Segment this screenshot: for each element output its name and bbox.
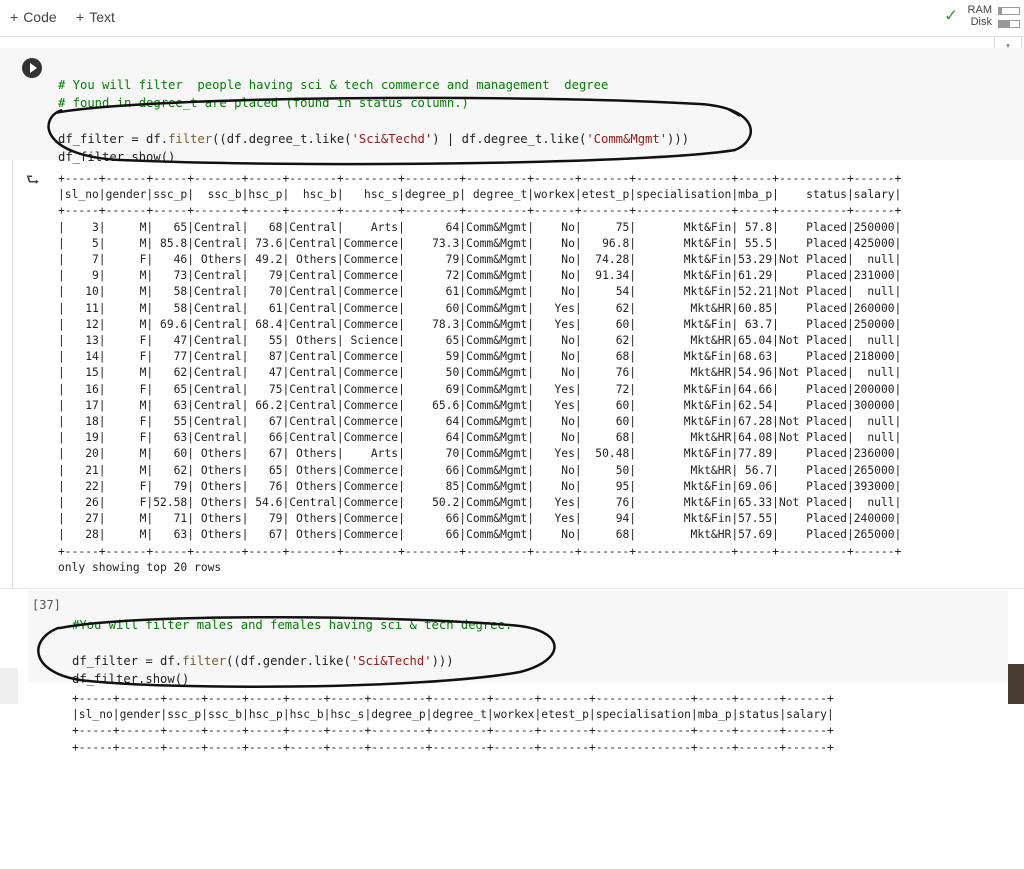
table-row: | 3| M| 65|Central| 68|Central| Arts| 64…: [58, 220, 902, 234]
code-string: 'Comm&Mgmt': [586, 132, 668, 146]
disk-label: Disk: [970, 16, 992, 28]
table-row: | 11| M| 58|Central| 61|Central|Commerce…: [58, 301, 902, 315]
table-row: | 7| F| 46| Others| 49.2| Others|Commerc…: [58, 253, 902, 267]
code-token: ))): [431, 654, 454, 668]
table-border: +-----+------+-----+-------+-----+------…: [58, 204, 902, 218]
code-comment-line: # You will filter people having sci & te…: [58, 78, 609, 92]
table-header-row: |sl_no|gender|ssc_p| ssc_b|hsc_p| hsc_b|…: [58, 188, 902, 202]
table-row: | 9| M| 73|Central| 79|Central|Commerce|…: [58, 269, 902, 283]
code-string: 'Sci&Techd': [351, 132, 433, 146]
code-token: filter: [168, 132, 213, 146]
table-row: | 12| M| 69.6|Central| 68.4|Central|Comm…: [58, 317, 902, 331]
table-row: | 5| M| 85.8|Central| 73.6|Central|Comme…: [58, 236, 902, 250]
code-comment-line: # found in degree_t are placed (found in…: [58, 96, 469, 110]
table-footer-note: only showing top 20 rows: [58, 560, 222, 574]
table-border: +-----+------+-----+-----+-----+-----+--…: [72, 692, 834, 705]
table-border: +-----+------+-----+-----+-----+-----+--…: [72, 740, 834, 754]
disk-usage-bar: [998, 20, 1020, 28]
cell1-code[interactable]: # You will filter people having sci & te…: [58, 58, 689, 184]
code-line: df_filter.show(): [72, 672, 190, 686]
run-cell-button[interactable]: [22, 58, 42, 78]
disk-usage-fill: [999, 21, 1010, 27]
cell2-code[interactable]: #You will filter males and females havin…: [72, 598, 512, 706]
table-border: +-----+------+-----+-------+-----+------…: [58, 172, 902, 185]
code-line: df_filter.show(): [58, 150, 176, 164]
table-row: | 17| M| 63|Central| 66.2|Central|Commer…: [58, 398, 902, 412]
table-row: | 10| M| 58|Central| 70|Central|Commerce…: [58, 285, 902, 299]
code-token: ((df.degree_t.like(: [212, 132, 352, 146]
ram-usage-fill: [999, 8, 1002, 14]
scrollbar-thumb[interactable]: [1008, 664, 1024, 704]
output-redirect-icon[interactable]: ⮑: [26, 170, 40, 195]
table-border: +-----+------+-----+-----+-----+-----+--…: [72, 724, 834, 738]
table-row: | 28| M| 63| Others| 67| Others|Commerce…: [58, 528, 902, 542]
table-row: | 16| F| 65|Central| 75|Central|Commerce…: [58, 382, 902, 396]
table-row: | 20| M| 60| Others| 67| Others| Arts| 7…: [58, 447, 902, 461]
cell1-output-table: +-----+------+-----+-------+-----+------…: [58, 171, 901, 576]
table-row: | 15| M| 62|Central| 47|Central|Commerce…: [58, 366, 902, 380]
table-border: +-----+------+-----+-------+-----+------…: [58, 544, 902, 558]
table-row: | 14| F| 77|Central| 87|Central|Commerce…: [58, 350, 902, 364]
add-text-button[interactable]: + Text: [76, 9, 115, 25]
plus-icon: +: [76, 9, 85, 25]
code-token: ((df.gender.like(: [226, 654, 351, 668]
code-comment-line: #You will filter males and females havin…: [72, 618, 513, 632]
output-divider: [12, 160, 13, 588]
code-token: ))): [667, 132, 690, 146]
table-row: | 19| F| 63|Central| 66|Central|Commerce…: [58, 431, 902, 445]
add-code-label: Code: [23, 9, 57, 25]
side-panel-tab: [0, 668, 18, 704]
add-text-label: Text: [89, 9, 115, 25]
cell2-output-table: +-----+------+-----+-----+-----+-----+--…: [72, 691, 834, 756]
table-row: | 22| F| 79| Others| 76| Others|Commerce…: [58, 479, 902, 493]
code-line: df_filter = df.filter((df.degree_t.like(…: [58, 130, 689, 148]
resource-labels[interactable]: RAM Disk: [966, 4, 992, 28]
code-token: df_filter = df.: [72, 654, 183, 668]
table-row: | 21| M| 62| Others| 65| Others|Commerce…: [58, 463, 902, 477]
code-token: df_filter = df.: [58, 132, 169, 146]
code-token: filter: [182, 654, 227, 668]
plus-icon: +: [10, 9, 19, 25]
code-token: ) | df.degree_t.like(: [432, 132, 587, 146]
code-string: 'Sci&Techd': [350, 654, 432, 668]
cell-separator: [0, 588, 1024, 589]
table-row: | 26| F|52.58| Others| 54.6|Central|Comm…: [58, 496, 902, 510]
code-line: df_filter = df.filter((df.gender.like('S…: [72, 652, 512, 670]
ram-label: RAM: [967, 4, 992, 16]
table-row: | 13| F| 47|Central| 55| Others| Science…: [58, 334, 902, 348]
connected-check-icon: ✓: [944, 6, 959, 25]
notebook-toolbar: + Code + Text ✓ RAM Disk: [0, 0, 1024, 37]
add-code-button[interactable]: + Code: [10, 9, 57, 25]
table-row: | 18| F| 55|Central| 67|Central|Commerce…: [58, 415, 902, 429]
execution-count: [37]: [32, 598, 61, 612]
ram-usage-bar: [998, 7, 1020, 15]
table-row: | 27| M| 71| Others| 79| Others|Commerce…: [58, 512, 902, 526]
table-header-row: |sl_no|gender|ssc_p|ssc_b|hsc_p|hsc_b|hs…: [72, 708, 834, 722]
